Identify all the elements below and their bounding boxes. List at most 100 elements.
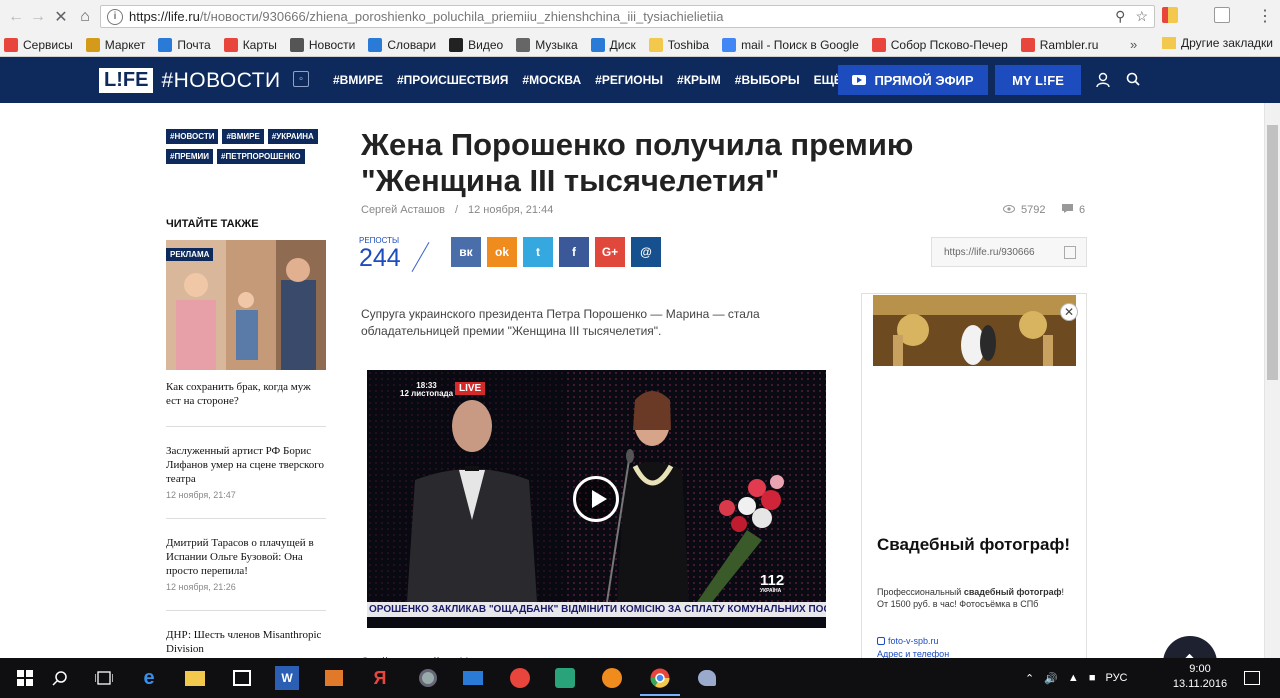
- short-url-field[interactable]: https://life.ru/930666: [931, 237, 1087, 267]
- related-news-link[interactable]: Дмитрий Тарасов о плачущей в Испании Оль…: [166, 536, 326, 578]
- rss-icon[interactable]: ∘: [293, 71, 309, 87]
- page-scrollbar[interactable]: [1264, 103, 1280, 663]
- other-bookmarks[interactable]: Другие закладки: [1162, 36, 1273, 50]
- kaspersky-icon[interactable]: [553, 666, 577, 690]
- media-player-icon[interactable]: [322, 666, 346, 690]
- search-taskbar-icon[interactable]: [48, 666, 72, 690]
- promo-image[interactable]: РЕКЛАМА: [166, 240, 326, 370]
- mail-app-icon[interactable]: [461, 666, 485, 690]
- twitter-share-button[interactable]: t: [523, 237, 553, 267]
- bookmark-item[interactable]: Почта: [158, 38, 211, 52]
- bookmark-item[interactable]: Собор Псково-Печер: [871, 38, 1008, 52]
- user-icon[interactable]: [1096, 72, 1110, 88]
- author-link[interactable]: Сергей Асташов: [361, 204, 445, 216]
- language-indicator[interactable]: РУС: [1105, 672, 1127, 684]
- ad-link[interactable]: foto-v-spb.ru: [877, 636, 939, 646]
- bookmark-item[interactable]: Словари: [368, 38, 436, 52]
- tray-expand-icon[interactable]: ⌃: [1025, 672, 1034, 685]
- word-icon[interactable]: W: [275, 666, 299, 690]
- disc-icon[interactable]: [416, 666, 440, 690]
- windows-start-icon[interactable]: [13, 666, 37, 690]
- bookmark-item[interactable]: Сервисы: [4, 38, 73, 52]
- kaspersky-ext-icon[interactable]: [1214, 7, 1230, 23]
- yandex-icon[interactable]: Я: [368, 666, 392, 690]
- task-view-icon[interactable]: [92, 666, 116, 690]
- bookmark-item[interactable]: mail - Поиск в Google: [722, 38, 859, 52]
- nav-item[interactable]: #КРЫМ: [677, 73, 721, 87]
- edge-browser-icon[interactable]: e: [137, 666, 161, 690]
- bookmark-item[interactable]: Rambler.ru: [1020, 38, 1098, 52]
- nav-item[interactable]: #МОСКВА: [522, 73, 581, 87]
- stop-loading-icon[interactable]: ✕: [50, 6, 72, 28]
- video-player[interactable]: 18:33 12 листопада LIVE 112 УКРАЇНА ОРОШ…: [367, 370, 826, 628]
- views-counter: 5792: [1003, 204, 1045, 216]
- file-explorer-icon[interactable]: [183, 666, 207, 690]
- news-icon: [289, 38, 304, 52]
- bookmark-item[interactable]: Диск: [590, 38, 636, 52]
- repost-divider: [411, 242, 430, 272]
- back-arrow-icon[interactable]: ←: [5, 6, 27, 28]
- notifications-icon[interactable]: [1240, 666, 1264, 690]
- related-news-link[interactable]: Как сохранить брак, когда муж ест на сто…: [166, 380, 326, 408]
- tray-app-icon[interactable]: ■: [1089, 672, 1096, 684]
- bookmark-label: Новости: [308, 38, 356, 52]
- mail-share-button[interactable]: @: [631, 237, 661, 267]
- nav-item[interactable]: #РЕГИОНЫ: [595, 73, 663, 87]
- store-icon[interactable]: [230, 666, 254, 690]
- scrollbar-thumb[interactable]: [1267, 125, 1278, 380]
- bookmark-ext-icon[interactable]: [1162, 7, 1178, 23]
- bookmark-label: Сервисы: [23, 38, 73, 52]
- related-news-link[interactable]: Заслуженный артист РФ Борис Лифанов умер…: [166, 444, 326, 486]
- ok-share-button[interactable]: ok: [487, 237, 517, 267]
- nav-item[interactable]: #ПРОИСШЕСТВИЯ: [397, 73, 508, 87]
- nav-item[interactable]: #ВЫБОРЫ: [735, 73, 800, 87]
- paint-icon[interactable]: [695, 666, 719, 690]
- bookmark-item[interactable]: Toshiba: [648, 38, 709, 52]
- chrome-icon[interactable]: [648, 666, 672, 690]
- comments-counter[interactable]: 6: [1062, 204, 1085, 216]
- system-clock[interactable]: 9:00 13.11.2016: [1172, 662, 1228, 692]
- ad-image[interactable]: [873, 295, 1076, 366]
- my-life-button[interactable]: MY L!FE: [995, 65, 1081, 95]
- related-news-link[interactable]: ДНР: Шесть членов Misanthropic Division: [166, 628, 326, 656]
- bookmark-item[interactable]: Новости: [289, 38, 356, 52]
- bookmark-item[interactable]: Карты: [223, 38, 277, 52]
- vk-share-button[interactable]: вк: [451, 237, 481, 267]
- browser-menu-icon[interactable]: ⋮: [1257, 6, 1273, 26]
- play-button-icon[interactable]: [573, 476, 619, 522]
- bookmark-item[interactable]: Музыка: [516, 38, 578, 52]
- info-icon[interactable]: i: [107, 8, 123, 25]
- facebook-share-button[interactable]: f: [559, 237, 589, 267]
- ad-title[interactable]: Свадебный фотограф!: [877, 535, 1077, 555]
- tag-chip[interactable]: #НОВОСТИ: [166, 129, 219, 144]
- bookmark-item[interactable]: Видео: [449, 38, 503, 52]
- yandex-browser-icon[interactable]: [508, 666, 532, 690]
- tag-chip[interactable]: #УКРАИНА: [267, 129, 318, 144]
- bookmark-item[interactable]: Маркет: [85, 38, 145, 52]
- home-icon[interactable]: ⌂: [74, 6, 96, 28]
- network-icon[interactable]: ▲: [1068, 672, 1079, 684]
- gplus-share-button[interactable]: G+: [595, 237, 625, 267]
- ad-banner[interactable]: ✕ Свадебный фотограф! Профессиональный с…: [861, 293, 1087, 663]
- bookmarks-overflow-icon[interactable]: »: [1130, 37, 1137, 52]
- tag-chip[interactable]: #ВМИРЕ: [222, 129, 264, 144]
- tag-chip[interactable]: #ПЕТРПОРОШЕНКО: [217, 149, 305, 164]
- site-logo[interactable]: L!FE #НОВОСТИ: [99, 68, 281, 93]
- volume-icon[interactable]: 🔊: [1044, 672, 1058, 685]
- address-bar[interactable]: i https://life.ru/t/новости/930666/zhien…: [100, 5, 1155, 28]
- forward-arrow-icon[interactable]: →: [27, 6, 49, 28]
- eye-icon: [1003, 204, 1015, 216]
- disk-icon: [590, 38, 605, 52]
- bookmark-star-icon[interactable]: ☆: [1135, 8, 1148, 25]
- nav-item[interactable]: #ВМИРЕ: [333, 73, 383, 87]
- live-stream-button[interactable]: ПРЯМОЙ ЭФИР: [838, 65, 988, 95]
- search-icon[interactable]: [1126, 72, 1140, 86]
- zoom-icon[interactable]: ⚲: [1115, 8, 1125, 25]
- k-ext-icon[interactable]: [1188, 7, 1204, 23]
- tag-chip[interactable]: #ПРЕМИИ: [166, 149, 214, 164]
- close-icon[interactable]: ✕: [1060, 303, 1078, 321]
- article-title: Жена Порошенко получила премию "Женщина …: [361, 127, 914, 198]
- copy-icon[interactable]: [1064, 246, 1076, 259]
- ok-app-icon[interactable]: [600, 666, 624, 690]
- share-buttons: вк ok t f G+ @: [451, 237, 661, 267]
